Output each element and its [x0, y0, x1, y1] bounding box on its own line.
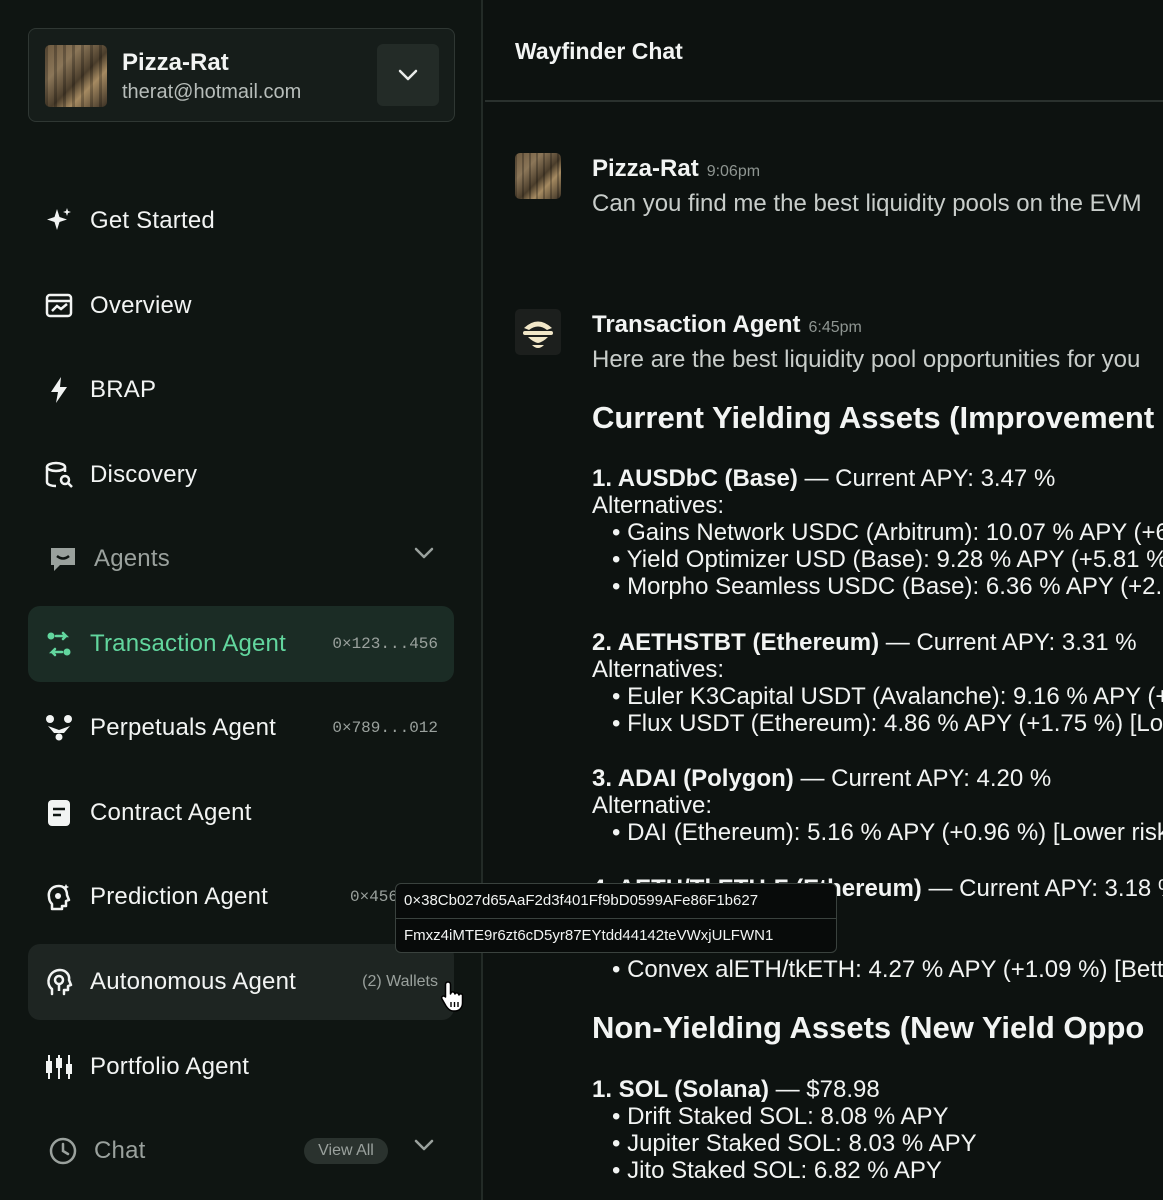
message-time: 9:06pm	[706, 163, 761, 180]
wallet-address: 0×123...456	[332, 635, 438, 653]
nav-label: Agents	[94, 545, 170, 572]
list-item: • Morpho Seamless USDC (Base): 6.36 % AP…	[612, 573, 1163, 600]
nav-label: Discovery	[90, 461, 198, 488]
nav-label: Transaction Agent	[90, 630, 286, 657]
head-icon	[47, 968, 73, 996]
asset-line: 1. SOL (Solana) — $78.98	[592, 1076, 880, 1103]
chat-header: Wayfinder Chat	[485, 0, 1163, 102]
list-item: • DAI (Ethereum): 5.16 % APY (+0.96 %) […	[612, 819, 1163, 846]
nav-get-started[interactable]: Get Started	[28, 183, 454, 259]
brain-icon	[47, 884, 71, 911]
nav-brap[interactable]: BRAP	[28, 352, 454, 428]
chat-bubble-icon	[51, 548, 75, 571]
list-item: • Jupiter Staked SOL: 8.03 % APY	[612, 1130, 977, 1157]
list-item: • Drift Staked SOL: 8.08 % APY	[612, 1103, 949, 1130]
account-dropdown-button[interactable]	[377, 44, 439, 106]
wallet-address: 0×789...012	[332, 719, 438, 737]
nav-label: Portfolio Agent	[90, 1053, 250, 1080]
avatar	[515, 153, 561, 199]
nav-label: Prediction Agent	[90, 883, 268, 910]
agent-avatar	[515, 309, 561, 355]
chevron-down-icon	[414, 547, 434, 559]
nav-perpetuals-agent[interactable]: Perpetuals Agent 0×789...012	[28, 690, 454, 766]
list-item: • Flux USDT (Ethereum): 4.86 % APY (+1.7…	[612, 710, 1163, 737]
database-search-icon	[45, 461, 73, 488]
wallet-count: (2) Wallets	[362, 973, 438, 990]
nav-autonomous-agent[interactable]: Autonomous Agent (2) Wallets	[28, 944, 454, 1020]
asset-line: 2. AETHSTBT (Ethereum) — Current APY: 3.…	[592, 629, 1137, 656]
wallet-addresses-tooltip: 0×38Cb027d65AaF2d3f401Ff9bD0599AFe86F1b6…	[395, 883, 837, 953]
clock-icon	[49, 1137, 77, 1165]
candlestick-icon	[46, 1055, 72, 1079]
section-heading: Non-Yielding Assets (New Yield Oppo	[592, 1010, 1145, 1045]
page-title: Wayfinder Chat	[515, 38, 683, 64]
avatar	[45, 45, 107, 107]
nav-label: BRAP	[90, 376, 157, 403]
list-item: • Euler K3Capital USDT (Avalanche): 9.16…	[612, 683, 1163, 710]
chart-window-icon	[45, 293, 73, 318]
message-author: Transaction Agent 6:45pm	[592, 311, 862, 338]
message-author: Pizza-Rat 9:06pm	[592, 155, 761, 182]
nav-chat-group[interactable]: Chat View All	[28, 1113, 454, 1189]
nav-label: Perpetuals Agent	[90, 714, 277, 741]
pointer-cursor-icon	[440, 981, 464, 1012]
chevron-down-icon[interactable]	[414, 1139, 434, 1151]
lightning-icon	[51, 377, 67, 403]
nav-portfolio-agent[interactable]: Portfolio Agent	[28, 1029, 454, 1105]
account-name: Pizza-Rat	[122, 49, 229, 76]
people-icon	[46, 715, 72, 741]
nav-transaction-agent[interactable]: Transaction Agent 0×123...456	[28, 606, 454, 682]
evm-wallet-address[interactable]: 0×38Cb027d65AaF2d3f401Ff9bD0599AFe86F1b6…	[396, 884, 836, 919]
chevron-down-icon	[398, 69, 418, 81]
section-heading: Current Yielding Assets (Improvement	[592, 400, 1155, 435]
asset-line: 3. ADAI (Polygon) — Current APY: 4.20 %	[592, 765, 1052, 792]
nav-label: Overview	[90, 292, 192, 319]
nav-overview[interactable]: Overview	[28, 268, 454, 344]
list-item: • Yield Optimizer USD (Base): 9.28 % APY…	[612, 546, 1163, 573]
list-item: • Gains Network USDC (Arbitrum): 10.07 %…	[612, 519, 1163, 546]
alternatives-label: Alternative:	[592, 792, 713, 819]
nav-discovery[interactable]: Discovery	[28, 437, 454, 513]
list-item: • Convex alETH/tkETH: 4.27 % APY (+1.09 …	[612, 956, 1163, 983]
alternatives-label: Alternatives:	[592, 492, 725, 519]
account-switcher[interactable]: Pizza-Rat therat@hotmail.com	[28, 28, 455, 122]
sidebar: Pizza-Rat therat@hotmail.com Get Started…	[0, 0, 483, 1200]
nav-contract-agent[interactable]: Contract Agent	[28, 775, 454, 851]
view-all-button[interactable]: View All	[304, 1138, 388, 1164]
document-icon	[48, 800, 70, 826]
account-email: therat@hotmail.com	[122, 81, 302, 103]
nav-label: Chat	[94, 1137, 146, 1164]
asset-line: 1. AUSDbC (Base) — Current APY: 3.47 %	[592, 465, 1056, 492]
solana-wallet-address[interactable]: Fmxz4iMTE9r6zt6cD5yr87EYtdd44142teVWxjUL…	[396, 919, 836, 953]
sparkle-icon	[47, 208, 71, 230]
message-time: 6:45pm	[808, 319, 862, 336]
agent-logo-icon	[523, 321, 553, 348]
nav-label: Contract Agent	[90, 799, 252, 826]
transfer-icon	[47, 631, 71, 657]
list-item: • Jito Staked SOL: 6.82 % APY	[612, 1157, 942, 1184]
chat-panel: Wayfinder Chat Pizza-Rat 9:06pm Can you f…	[485, 0, 1163, 1200]
nav-prediction-agent[interactable]: Prediction Agent 0×456	[28, 859, 454, 935]
alternatives-label: Alternatives:	[592, 656, 725, 683]
wallet-address: 0×456	[349, 888, 398, 906]
nav-label: Autonomous Agent	[90, 968, 297, 995]
nav-label: Get Started	[90, 207, 215, 234]
message-text: Here are the best liquidity pool opportu…	[592, 346, 1141, 373]
nav-agents-group[interactable]: Agents	[28, 521, 454, 597]
message-text: Can you find me the best liquidity pools…	[592, 190, 1142, 217]
